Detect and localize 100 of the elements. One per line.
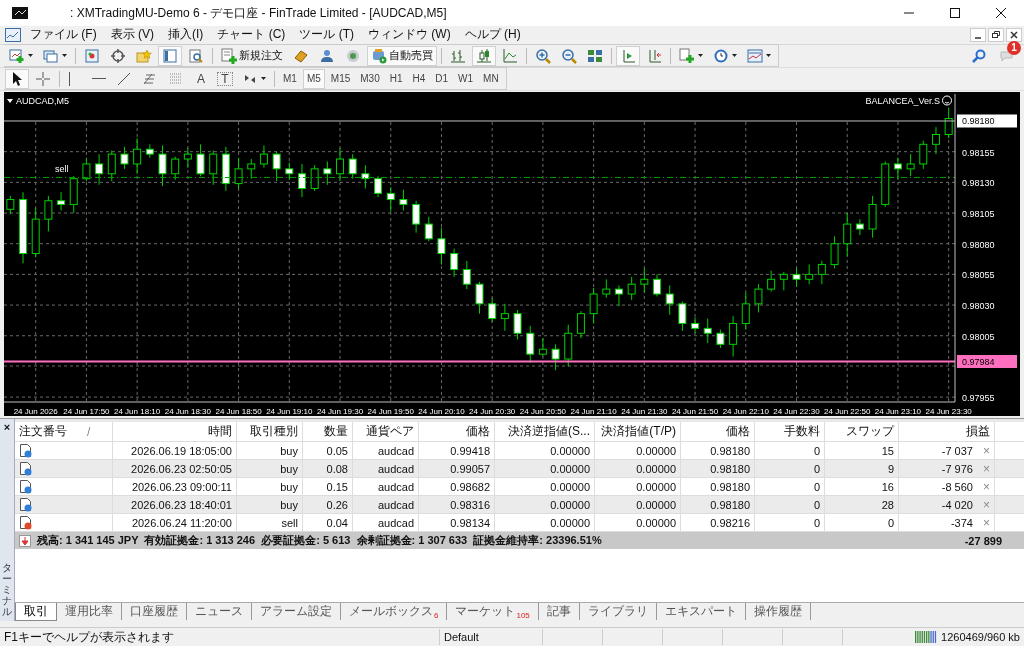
column-header[interactable]: 注文番号 / (15, 422, 113, 442)
candlestick (57, 191, 66, 211)
terminal-tab[interactable]: 操作履歴 (745, 603, 811, 621)
candlestick (386, 186, 395, 213)
minimize-icon[interactable] (970, 27, 986, 42)
order-icon (19, 497, 33, 512)
price-label: 0.98105 (962, 208, 995, 219)
timeframe-button[interactable]: M15 (326, 68, 355, 89)
channel-icon (168, 70, 184, 87)
column-header[interactable]: 時間 (113, 422, 237, 442)
table-cell: 15 (825, 442, 899, 460)
candlestick (297, 163, 306, 198)
close-order-button[interactable]: × (983, 479, 990, 494)
candlestick (767, 270, 776, 292)
column-header[interactable]: 損益 (899, 422, 995, 442)
table-cell: 0.00000 (595, 478, 681, 496)
order-icon (19, 515, 33, 530)
time-label: 24 Jun 20:50 (519, 406, 567, 416)
terminal-tab[interactable]: エキスパート (656, 603, 746, 621)
toolbar-button[interactable] (158, 45, 182, 66)
candlestick (779, 271, 788, 291)
column-header[interactable]: 数量 (303, 422, 353, 442)
candlestick (551, 343, 560, 371)
bid-price-label: 0.97984 (962, 356, 995, 367)
timeframe-button[interactable]: M1 (279, 68, 301, 89)
column-header[interactable]: 価格 (419, 422, 495, 442)
terminal-tab[interactable]: 取引 (15, 603, 57, 622)
toolbar-button[interactable]: 新規注文 (217, 45, 287, 66)
zoom-in-icon (535, 47, 551, 64)
candlestick (678, 300, 687, 332)
menu-item[interactable]: 表示 (V) (103, 26, 161, 44)
collapse-arrow-icon[interactable] (7, 98, 13, 103)
order-label: sell (55, 163, 69, 174)
table-cell: 0 (825, 514, 899, 532)
column-header[interactable]: 手数料 (755, 422, 825, 442)
restore-icon[interactable] (988, 27, 1004, 42)
table-cell: 2026.06.23 09:00:11 (113, 478, 237, 496)
caret-icon (766, 54, 771, 58)
menu-item[interactable]: ツール (T) (292, 26, 361, 44)
timeframe-button[interactable]: M30 (356, 68, 384, 89)
candlestick (513, 309, 522, 340)
column-header[interactable]: 価格 (681, 422, 755, 442)
column-header[interactable]: 取引種別 (237, 422, 303, 442)
column-header[interactable]: スワップ (825, 422, 899, 442)
timeframe-button[interactable]: H4 (408, 68, 430, 89)
timeframe-button[interactable]: H1 (385, 68, 407, 89)
menu-item[interactable]: ウィンドウ (W) (361, 26, 458, 44)
terminal-tab[interactable]: 記事 (538, 603, 580, 621)
terminal-tab[interactable]: アラーム設定 (252, 603, 341, 621)
terminal-tab[interactable]: ライブラリ (579, 603, 657, 621)
column-header[interactable]: 通貨ペア (353, 422, 419, 442)
timeframe-button[interactable]: MN (479, 68, 503, 89)
table-cell: 0.00000 (595, 496, 681, 514)
drawing-tool-button[interactable]: A (190, 68, 212, 89)
drawing-tool-button[interactable] (5, 68, 29, 89)
candlestick (107, 149, 116, 182)
menu-item[interactable]: チャート (C) (210, 26, 293, 44)
arrow-down-icon (19, 534, 31, 547)
timeframe-button[interactable]: W1 (454, 68, 478, 89)
close-order-button[interactable]: × (983, 515, 990, 530)
page-plus-icon (221, 47, 237, 64)
status-text: F1キーでヘルプが表示されます (0, 629, 440, 646)
close-button[interactable]: × (3, 421, 11, 434)
price-label: 0.97955 (962, 392, 995, 403)
horizontal-line-icon (92, 77, 106, 81)
zoom-out-icon (561, 47, 577, 64)
table-cell: audcad (353, 514, 419, 532)
chart-window-icon[interactable] (5, 27, 21, 42)
timeframe-button[interactable]: D1 (431, 68, 453, 89)
search-icon[interactable] (972, 48, 986, 63)
candlestick (855, 218, 864, 236)
column-header[interactable]: 決済指値(T/P) (595, 422, 681, 442)
time-label: 24 Jun 20:10 (418, 406, 465, 416)
terminal-tab[interactable]: 運用比率 (57, 603, 122, 621)
chart-symbol: AUDCAD,M5 (16, 95, 69, 106)
table-cell: 2026.06.23 18:40:01 (113, 496, 237, 514)
menu-item[interactable]: ファイル (F) (23, 26, 104, 44)
candlestick (691, 316, 700, 334)
toolbar-button[interactable] (616, 45, 640, 66)
terminal-tab[interactable]: マーケット$_{105}$ (447, 603, 539, 621)
close-order-button[interactable]: × (983, 443, 990, 458)
table-cell: 0 (755, 496, 825, 514)
terminal-tab[interactable]: メールボックス$_{6}$ (341, 603, 448, 621)
candlestick (526, 325, 535, 364)
close-icon[interactable] (1006, 27, 1022, 42)
column-header[interactable]: 決済逆指値(S... (495, 422, 595, 442)
crosshair-circle-icon (110, 47, 126, 64)
toolbar-button[interactable] (472, 45, 496, 66)
candlestick (336, 147, 345, 182)
terminal-tab[interactable]: ニュース (187, 603, 252, 621)
clock-icon (713, 47, 729, 64)
terminal-tab[interactable]: 口座履歴 (122, 603, 187, 621)
timeframe-button[interactable]: M5 (302, 68, 325, 89)
drawing-tool-button[interactable]: T (214, 68, 236, 89)
menu-item[interactable]: ヘルプ (H) (457, 26, 528, 44)
trend-line-icon (116, 70, 132, 87)
candlestick (196, 143, 205, 177)
menu-item[interactable]: 挿入(I) (161, 26, 211, 44)
toolbar-button[interactable]: 自動売買 (367, 45, 437, 66)
candlestick (614, 284, 623, 307)
